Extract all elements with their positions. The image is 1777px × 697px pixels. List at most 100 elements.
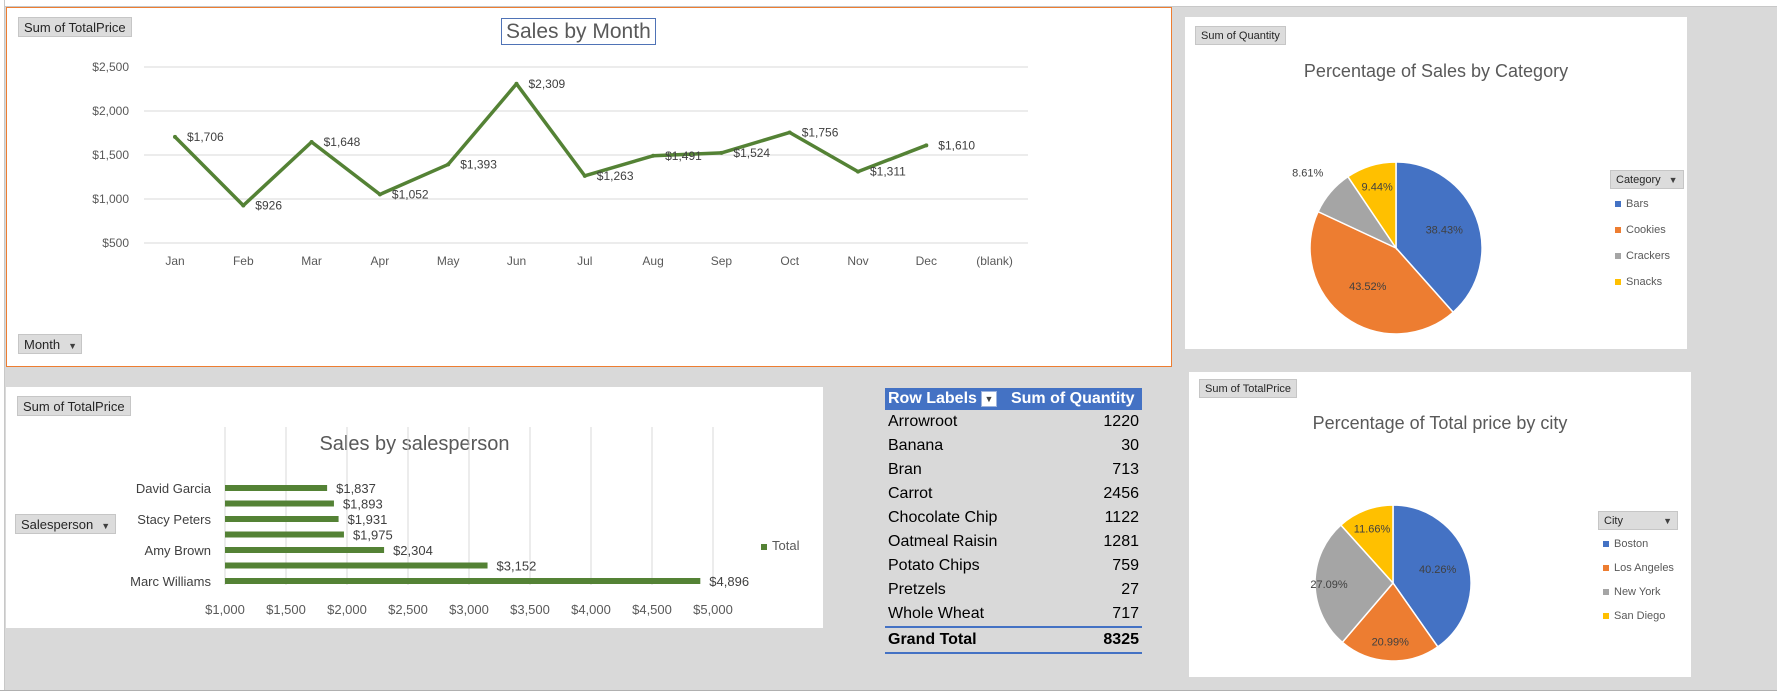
- legend-label: Bars: [1626, 198, 1649, 210]
- y-category-label: Amy Brown: [145, 543, 211, 558]
- table-row[interactable]: Oatmeal Raisin 1281: [885, 530, 1142, 554]
- bar-legend: Total: [761, 538, 799, 553]
- quantity-cell[interactable]: 759: [1008, 554, 1142, 578]
- row-labels-header[interactable]: Row Labels ▼: [885, 388, 1008, 410]
- legend-swatch-icon: [1615, 227, 1621, 234]
- bar[interactable]: [225, 516, 339, 522]
- bar[interactable]: [225, 578, 701, 584]
- month-field-button[interactable]: Month ▼: [18, 334, 83, 354]
- y-category-label: David Garcia: [136, 481, 212, 496]
- table-row[interactable]: Bran 713: [885, 458, 1142, 482]
- legend-item-los-angeles[interactable]: Los Angeles: [1603, 562, 1674, 574]
- data-point[interactable]: [924, 143, 929, 148]
- data-label: $1,524: [733, 146, 770, 160]
- legend-label: Snacks: [1626, 276, 1663, 288]
- legend-label: San Diego: [1614, 610, 1666, 622]
- data-point[interactable]: [719, 150, 724, 155]
- legend-item-snacks[interactable]: Snacks: [1615, 276, 1662, 288]
- data-point[interactable]: [173, 134, 177, 139]
- legend-item-boston[interactable]: Boston: [1603, 538, 1648, 550]
- sales-by-month-chart[interactable]: Sum of TotalPrice Sales by Month $500 $1,…: [6, 7, 1172, 367]
- quantity-cell[interactable]: 1281: [1008, 530, 1142, 554]
- row-label-cell[interactable]: Grand Total: [885, 626, 1008, 654]
- row-label-cell[interactable]: Bran: [885, 458, 1008, 482]
- total-price-by-city-chart[interactable]: Sum of TotalPrice Percentage of Total pr…: [1189, 372, 1691, 677]
- legend-label: Los Angeles: [1614, 562, 1674, 574]
- legend-item-san-diego[interactable]: San Diego: [1603, 610, 1665, 622]
- dropdown-arrow-icon: ▼: [68, 341, 78, 351]
- x-tick-label: $3,000: [449, 602, 489, 617]
- pivot-header-row: Row Labels ▼ Sum of Quantity: [885, 388, 1142, 410]
- table-row[interactable]: Chocolate Chip 1122: [885, 506, 1142, 530]
- table-row[interactable]: Arrowroot 1220: [885, 410, 1142, 434]
- row-label-cell[interactable]: Oatmeal Raisin: [885, 530, 1008, 554]
- filter-dropdown-icon[interactable]: ▼: [980, 390, 997, 407]
- sum-of-quantity-header[interactable]: Sum of Quantity: [1007, 388, 1142, 410]
- x-tick-label: Sep: [711, 254, 733, 268]
- row-label-cell[interactable]: Pretzels: [885, 578, 1008, 602]
- row-label-cell[interactable]: Whole Wheat: [885, 602, 1008, 627]
- legend-item-bars[interactable]: Bars: [1615, 198, 1649, 210]
- slice-label: 8.61%: [1292, 168, 1323, 180]
- data-point[interactable]: [377, 192, 382, 197]
- data-point[interactable]: [309, 139, 314, 144]
- bar-data-label: $2,304: [393, 543, 433, 558]
- legend-swatch-icon: [1603, 589, 1609, 596]
- legend-item-crackers[interactable]: Crackers: [1615, 250, 1670, 262]
- sales-by-category-chart[interactable]: Sum of Quantity Percentage of Sales by C…: [1185, 17, 1687, 349]
- slice-label: 11.66%: [1354, 523, 1391, 535]
- data-point[interactable]: [787, 130, 792, 135]
- row-label-cell[interactable]: Potato Chips: [885, 554, 1008, 578]
- table-row[interactable]: Potato Chips 759: [885, 554, 1142, 578]
- x-tick-label: Jan: [165, 254, 184, 268]
- sales-by-salesperson-chart[interactable]: Sum of TotalPrice Sales by salesperson $…: [6, 387, 823, 628]
- bar[interactable]: [225, 562, 488, 569]
- row-label-cell[interactable]: Chocolate Chip: [885, 506, 1008, 530]
- data-point[interactable]: [856, 169, 860, 174]
- x-tick-label: Nov: [847, 254, 868, 268]
- legend-item-cookies[interactable]: Cookies: [1615, 224, 1666, 236]
- salesperson-field-label: Salesperson: [21, 517, 94, 532]
- x-tick-label: $1,000: [205, 602, 245, 617]
- legend-item-new-york[interactable]: New York: [1603, 586, 1660, 598]
- y-tick-label: $2,500: [92, 60, 129, 74]
- data-point[interactable]: [651, 153, 656, 158]
- city-legend-label: City: [1604, 515, 1623, 527]
- table-row[interactable]: Whole Wheat 717: [885, 602, 1142, 627]
- city-legend-button[interactable]: City ▼: [1598, 511, 1678, 530]
- data-label: $1,706: [187, 130, 224, 144]
- quantity-cell[interactable]: 1122: [1008, 506, 1142, 530]
- x-tick-label: $3,500: [510, 602, 550, 617]
- legend-swatch-icon: [761, 543, 767, 550]
- quantity-cell[interactable]: 8325: [1007, 626, 1142, 654]
- salesperson-field-button[interactable]: Salesperson ▼: [15, 514, 117, 534]
- bar[interactable]: [225, 531, 344, 538]
- quantity-cell[interactable]: 713: [1008, 458, 1142, 482]
- bar[interactable]: [225, 547, 385, 553]
- data-point[interactable]: [241, 203, 246, 208]
- bar[interactable]: [225, 485, 328, 491]
- table-row[interactable]: Banana 30: [885, 434, 1142, 458]
- line-segment: [241, 140, 314, 208]
- row-label-cell[interactable]: Arrowroot: [885, 410, 1008, 434]
- data-point[interactable]: [446, 162, 451, 167]
- row-label-cell[interactable]: Banana: [885, 434, 1008, 458]
- quantity-cell[interactable]: 1220: [1008, 410, 1142, 434]
- quantity-cell[interactable]: 717: [1008, 602, 1142, 627]
- x-tick-label: Jul: [577, 254, 592, 268]
- table-row[interactable]: Pretzels 27: [885, 578, 1142, 602]
- quantity-cell[interactable]: 2456: [1008, 482, 1142, 506]
- x-tick-label: $4,500: [632, 602, 672, 617]
- bar[interactable]: [225, 500, 334, 507]
- data-point[interactable]: [582, 173, 587, 178]
- grand-total-row[interactable]: Grand Total 8325: [885, 626, 1142, 654]
- x-tick-label: Aug: [642, 254, 663, 268]
- category-legend-button[interactable]: Category ▼: [1610, 170, 1684, 189]
- legend-swatch-icon: [1603, 541, 1609, 548]
- row-label-cell[interactable]: Carrot: [885, 482, 1008, 506]
- data-point[interactable]: [514, 81, 519, 86]
- quantity-cell[interactable]: 27: [1008, 578, 1142, 602]
- legend-label: Crackers: [1626, 250, 1671, 262]
- quantity-cell[interactable]: 30: [1008, 434, 1142, 458]
- table-row[interactable]: Carrot 2456: [885, 482, 1142, 506]
